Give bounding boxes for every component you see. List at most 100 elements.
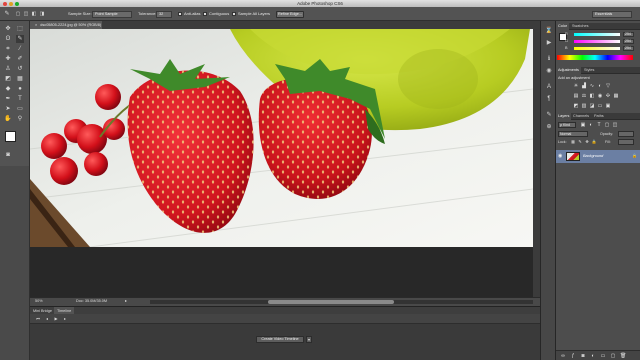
new-selection-icon[interactable]: ▢ bbox=[14, 10, 22, 18]
invert-icon[interactable]: ◩ bbox=[573, 103, 579, 109]
anti-alias-checkbox[interactable] bbox=[178, 12, 182, 16]
red-slider[interactable] bbox=[574, 33, 620, 36]
intersect-selection-icon[interactable]: ◨ bbox=[38, 10, 46, 18]
add-to-selection-icon[interactable]: ◫ bbox=[22, 10, 30, 18]
sample-size-select[interactable]: Point Sample bbox=[92, 10, 132, 18]
rectangle-tool-icon[interactable]: ▭ bbox=[16, 105, 24, 113]
channel-mixer-icon[interactable]: ✣ bbox=[605, 93, 611, 99]
brush-presets-icon[interactable]: ✎ bbox=[545, 111, 553, 119]
clone-source-icon[interactable]: ⊕ bbox=[545, 123, 553, 131]
new-adjustment-layer-icon[interactable]: ◐ bbox=[590, 353, 596, 359]
delete-layer-icon[interactable]: 🗑 bbox=[620, 353, 626, 359]
actions-icon[interactable]: ▶ bbox=[545, 39, 553, 47]
hand-tool-icon[interactable]: ✋ bbox=[4, 115, 12, 123]
add-mask-icon[interactable]: ◙ bbox=[580, 353, 586, 359]
quick-selection-tool-preset-icon[interactable]: ✎ bbox=[3, 10, 11, 18]
layer-row-background[interactable]: ◉ Background 🔒 bbox=[556, 150, 640, 163]
dodge-tool-icon[interactable]: ● bbox=[16, 85, 24, 93]
previous-frame-icon[interactable]: ◂ bbox=[43, 315, 51, 323]
eyedropper-tool-icon[interactable]: ⁄ bbox=[16, 45, 24, 53]
contiguous-checkbox[interactable] bbox=[203, 12, 207, 16]
history-brush-tool-icon[interactable]: ↺ bbox=[16, 65, 24, 73]
green-value[interactable]: 254 bbox=[623, 39, 634, 44]
type-tool-icon[interactable]: T bbox=[16, 95, 24, 103]
properties-icon[interactable]: ℹ bbox=[545, 55, 553, 63]
spot-healing-tool-icon[interactable]: ✚ bbox=[4, 55, 12, 63]
crop-tool-icon[interactable]: ⌗ bbox=[4, 45, 12, 53]
layer-filter-kind[interactable]: ρ Kind bbox=[558, 122, 576, 128]
color-lookup-icon[interactable]: ▦ bbox=[613, 93, 619, 99]
document-tab-close-icon[interactable]: × bbox=[35, 23, 37, 27]
tolerance-input[interactable]: 32 bbox=[156, 10, 172, 18]
green-slider[interactable] bbox=[574, 40, 620, 43]
black-white-icon[interactable]: ◧ bbox=[589, 93, 595, 99]
opacity-input[interactable] bbox=[618, 131, 634, 137]
move-tool-icon[interactable]: ✥ bbox=[4, 25, 12, 33]
pen-tool-icon[interactable]: ✒ bbox=[4, 95, 12, 103]
tab-layers[interactable]: Layers bbox=[556, 113, 572, 120]
gradient-tool-icon[interactable]: ▦ bbox=[16, 75, 24, 83]
new-layer-icon[interactable]: ▢ bbox=[610, 353, 616, 359]
zoom-tool-icon[interactable]: ⚲ bbox=[16, 115, 24, 123]
tab-color[interactable]: Color bbox=[556, 23, 570, 30]
foreground-color-swatch[interactable] bbox=[5, 131, 16, 142]
refine-edge-button[interactable]: Refine Edge... bbox=[276, 10, 304, 18]
hue-saturation-icon[interactable]: ▤ bbox=[573, 93, 579, 99]
close-window-button[interactable] bbox=[3, 1, 7, 6]
lock-position-icon[interactable]: ✥ bbox=[584, 139, 590, 145]
filter-pixel-icon[interactable]: ▣ bbox=[580, 122, 586, 128]
fill-input[interactable] bbox=[618, 139, 634, 145]
color-balance-icon[interactable]: ⚖ bbox=[581, 93, 587, 99]
lock-all-icon[interactable]: 🔒 bbox=[591, 139, 597, 145]
next-frame-icon[interactable]: ▸ bbox=[61, 315, 69, 323]
filter-smart-object-icon[interactable]: ◫ bbox=[612, 122, 618, 128]
threshold-icon[interactable]: ◪ bbox=[589, 103, 595, 109]
timeline-type-dropdown[interactable]: ▾ bbox=[306, 336, 312, 343]
lock-image-pixels-icon[interactable]: ✎ bbox=[577, 139, 583, 145]
quick-selection-tool-icon[interactable]: ✎ bbox=[16, 35, 24, 43]
minimize-window-button[interactable] bbox=[9, 1, 13, 6]
brightness-contrast-icon[interactable]: ☀ bbox=[573, 83, 579, 89]
photo-filter-icon[interactable]: ◉ bbox=[597, 93, 603, 99]
tab-adjustments[interactable]: Adjustments bbox=[556, 67, 581, 74]
canvas-image[interactable] bbox=[30, 29, 533, 247]
layer-name[interactable]: Background bbox=[583, 154, 603, 158]
blue-value[interactable]: 254 bbox=[623, 46, 634, 51]
horizontal-scrollbar-thumb[interactable] bbox=[268, 300, 394, 304]
exposure-icon[interactable]: ◐ bbox=[597, 83, 603, 89]
workspace-switcher[interactable]: Essentials bbox=[592, 10, 632, 18]
clone-stamp-tool-icon[interactable]: ♙ bbox=[4, 65, 12, 73]
gradient-map-icon[interactable]: ▭ bbox=[597, 103, 603, 109]
posterize-icon[interactable]: ▥ bbox=[581, 103, 587, 109]
new-group-icon[interactable]: ▭ bbox=[600, 353, 606, 359]
eraser-tool-icon[interactable]: ◩ bbox=[4, 75, 12, 83]
blur-tool-icon[interactable]: ◆ bbox=[4, 85, 12, 93]
tab-styles[interactable]: Styles bbox=[582, 67, 596, 74]
tab-channels[interactable]: Channels bbox=[571, 113, 591, 120]
tab-paths[interactable]: Paths bbox=[592, 113, 606, 120]
document-tab[interactable]: × dsc05805-2224.jpg @ 50% (RGB/8) bbox=[30, 21, 102, 29]
filter-type-icon[interactable]: T bbox=[596, 122, 602, 128]
play-icon[interactable]: ▶ bbox=[52, 315, 60, 323]
sample-all-layers-checkbox[interactable] bbox=[232, 12, 236, 16]
blue-slider[interactable] bbox=[574, 47, 620, 50]
curves-icon[interactable]: ∿ bbox=[589, 83, 595, 89]
filter-adjustment-icon[interactable]: ◐ bbox=[588, 122, 594, 128]
quick-mask-icon[interactable]: ◙ bbox=[4, 151, 12, 159]
create-video-timeline-button[interactable]: Create Video Timeline bbox=[256, 336, 304, 343]
marquee-tool-icon[interactable]: ⬚ bbox=[16, 25, 24, 33]
zoom-window-button[interactable] bbox=[15, 1, 19, 6]
info-icon[interactable]: ◉ bbox=[545, 67, 553, 75]
color-spectrum-ramp[interactable] bbox=[557, 55, 633, 60]
red-value[interactable]: 254 bbox=[623, 32, 634, 37]
subtract-from-selection-icon[interactable]: ◧ bbox=[30, 10, 38, 18]
lock-transparent-pixels-icon[interactable]: ▦ bbox=[570, 139, 576, 145]
vertical-scrollbar[interactable] bbox=[533, 29, 540, 297]
vibrance-icon[interactable]: ▽ bbox=[605, 83, 611, 89]
doc-size-info[interactable]: Doc: 35.0M/35.0M bbox=[76, 299, 107, 303]
status-menu-arrow-icon[interactable]: ▸ bbox=[125, 298, 127, 303]
path-selection-tool-icon[interactable]: ➤ bbox=[4, 105, 12, 113]
go-to-first-frame-icon[interactable]: ⏮ bbox=[34, 315, 42, 323]
filter-shape-icon[interactable]: ▢ bbox=[604, 122, 610, 128]
character-icon[interactable]: A bbox=[545, 83, 553, 91]
